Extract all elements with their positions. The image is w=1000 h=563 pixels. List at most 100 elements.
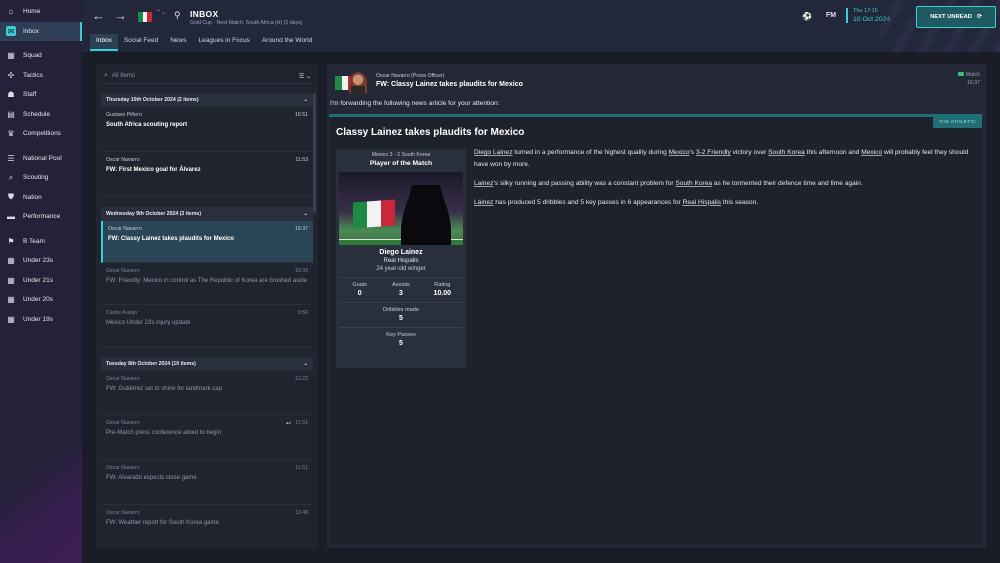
message-subject: Mexico Under 23s injury update xyxy=(106,320,191,326)
list-item[interactable]: Oscar Navarro 11:53 FW: First Mexico goal … xyxy=(101,152,313,197)
team-switch-chevrons-icon[interactable]: ⌃⌄ xyxy=(156,10,166,16)
next-unread-button[interactable]: NEXT UNREAD ⟳ xyxy=(916,6,996,28)
nation-link[interactable]: Mexico xyxy=(669,149,690,156)
sidebar-item-label: Squad xyxy=(23,52,42,60)
message-sender: Oscar Navarro xyxy=(106,157,140,163)
sidebar-item-label: Nation xyxy=(23,193,42,201)
sidebar-item-competitions[interactable]: ♛ Competitions xyxy=(0,124,82,144)
text: turned in a performance of the highest q… xyxy=(512,149,669,156)
player-name[interactable]: Diego Lainez xyxy=(336,249,466,256)
list-item[interactable]: Oscar Navarro 11:51 FW: Alvarado expects c… xyxy=(101,460,313,505)
forward-button[interactable]: → xyxy=(114,8,127,23)
sidebar-item-nation[interactable]: ⛊ Nation xyxy=(0,188,82,208)
sidebar-item-b-team[interactable]: ⚑ B Team xyxy=(0,232,82,252)
sidebar-item-national-pool[interactable]: ☰ National Pool xyxy=(0,149,82,169)
date-group-header[interactable]: Thursday 10th October 2024 (2 items) ⌄ xyxy=(101,93,313,107)
collapse-chevron-icon[interactable]: ⌄ xyxy=(304,361,308,367)
list-item[interactable]: Gustavo Piñero 16:51 South Africa scouting… xyxy=(101,107,313,152)
sidebar-item-label: Performance xyxy=(23,213,61,221)
player-link[interactable]: Diego Lainez xyxy=(474,149,513,156)
list-item[interactable]: Oscar Navarro 16:37 FW: Classy Lainez take… xyxy=(101,221,313,263)
text: has produced 5 dribbles and 5 key passes… xyxy=(493,198,683,206)
nation-link[interactable]: Mexico xyxy=(861,149,882,156)
tab-news[interactable]: News xyxy=(164,34,192,51)
fm-menu-button[interactable]: FM xyxy=(826,12,836,19)
message-sender: Oscar Navarro xyxy=(106,465,140,471)
message-subject: FW: Gutiérrez set to shine for landmark … xyxy=(106,386,222,392)
sidebar-item-tactics[interactable]: ✣ Tactics xyxy=(0,66,82,86)
player-club[interactable]: Real Hispalis xyxy=(336,258,466,264)
next-match-subtitle: Gold Cup - Next Match: South Africa (H) … xyxy=(190,20,303,26)
avatar xyxy=(335,72,369,94)
trophy-icon: ♛ xyxy=(7,129,15,139)
tab-around-the-world[interactable]: Around the World xyxy=(256,34,318,51)
search-input[interactable]: All Items xyxy=(112,73,135,79)
list-item[interactable]: Oscar Navarro 11:51 ↩ Pre-Match press confe… xyxy=(101,415,313,460)
ball-icon[interactable]: ⚽ xyxy=(802,12,812,21)
message-list-panel: ⌕ All Items ☰ ⌄ Thursday 10th October 20… xyxy=(96,64,318,548)
message-header: Oscar Navarro (Press Officer) FW: Classy… xyxy=(335,70,980,96)
mexico-flag-icon[interactable] xyxy=(138,12,153,22)
message-subject: FW: Classy Lainez takes plaudits for Mex… xyxy=(376,81,523,88)
group-title: Wednesday 9th October 2024 (3 items) xyxy=(106,211,202,217)
match-link[interactable]: 3-2 Friendly xyxy=(696,149,731,156)
nation-link[interactable]: South Korea xyxy=(675,180,712,187)
collapse-chevron-icon[interactable]: ⌄ xyxy=(304,97,308,103)
text: 's silky running and passing ability was… xyxy=(493,179,676,187)
next-unread-label: NEXT UNREAD xyxy=(930,14,972,20)
tab-social-feed[interactable]: Social Feed xyxy=(118,34,164,51)
list-item[interactable]: Carlos Araujo 9:50 Mexico Under 23s injury… xyxy=(101,305,313,347)
player-link[interactable]: Lainez xyxy=(474,180,493,187)
player-silhouette-icon xyxy=(401,185,451,245)
sidebar-item-under-21s[interactable]: ▦ Under 21s xyxy=(0,271,82,291)
message-time: 16:51 xyxy=(295,112,308,118)
back-button[interactable]: ← xyxy=(92,8,105,23)
stat-goals: Goals 0 xyxy=(339,282,380,297)
sidebar-item-under-19s[interactable]: ▦ Under 19s xyxy=(0,310,82,330)
message-subject: FW: Classy Lainez takes plaudits for Mex… xyxy=(108,236,234,242)
player-of-match-card[interactable]: Mexico 3 - 2 South Korea Player of the M… xyxy=(336,149,466,368)
match-score[interactable]: Mexico 3 - 2 South Korea xyxy=(336,152,466,158)
list-item[interactable]: Oscar Navarro 11:48 FW: Weather report for… xyxy=(101,505,313,545)
list-item[interactable]: Oscar Navarro 12:23 FW: Gutiérrez set to s… xyxy=(101,371,313,415)
sidebar-item-label: Scouting xyxy=(23,174,49,182)
message-sender: Gustavo Piñero xyxy=(106,112,142,118)
sort-menu-button[interactable]: ☰ ⌄ xyxy=(299,73,311,80)
sidebar-item-staff[interactable]: ☗ Staff xyxy=(0,85,82,105)
message-time: 11:53 xyxy=(295,157,308,163)
date-group-header[interactable]: Wednesday 9th October 2024 (3 items) ⌄ xyxy=(101,207,313,221)
nation-link[interactable]: South Korea xyxy=(768,149,805,156)
stat-value: 10.00 xyxy=(433,290,452,297)
sidebar-item-label: Inbox xyxy=(23,27,39,35)
tactics-icon: ✣ xyxy=(7,70,15,80)
sidebar-item-schedule[interactable]: ▤ Schedule xyxy=(0,105,82,125)
sidebar-item-performance[interactable]: ▬ Performance xyxy=(0,207,82,227)
message-subject: FW: First Mexico goal for Álvarez xyxy=(106,167,201,173)
club-link[interactable]: Real Hispalis xyxy=(683,199,721,206)
player-description: 24 year-old winger xyxy=(376,266,426,272)
search-icon[interactable]: ⚲ xyxy=(174,10,181,21)
sidebar-item-inbox[interactable]: ✉ Inbox xyxy=(0,21,82,41)
sidebar-item-under-23s[interactable]: ▦ Under 23s xyxy=(0,251,82,271)
sidebar-item-home[interactable]: ⌂ Home xyxy=(0,2,82,22)
stat-label: Goals xyxy=(352,282,367,288)
stat-rating: Rating 10.00 xyxy=(422,282,463,297)
sidebar-item-squad[interactable]: ▦ Squad xyxy=(0,46,82,66)
sidebar-nav: ⌂ Home ✉ Inbox ▦ Squad ✣ Tactics ☗ Staff ▤ Schedule… xyxy=(0,0,82,329)
group-title: Tuesday 8th October 2024 (10 items) xyxy=(106,361,196,367)
sidebar-item-label: Home xyxy=(23,8,41,16)
list-item[interactable]: Oscar Navarro 16:33 FW: Friendly: Mexico i… xyxy=(101,263,313,305)
sidebar-item-scouting[interactable]: ⌕ Scouting xyxy=(0,168,82,188)
sidebar-item-under-20s[interactable]: ▦ Under 20s xyxy=(0,290,82,310)
player-link[interactable]: Lainez xyxy=(474,199,493,206)
app-window: ⌂ Home ✉ Inbox ▦ Squad ✣ Tactics ☗ Staff ▤ Schedule… xyxy=(0,0,1000,563)
message-subject: FW: Friendly: Mexico in control as The R… xyxy=(106,278,308,284)
message-sender[interactable]: Oscar Navarro (Press Officer) xyxy=(376,73,445,79)
pool-icon: ☰ xyxy=(7,153,15,163)
date-group-header[interactable]: Tuesday 8th October 2024 (10 items) ⌄ xyxy=(101,357,313,371)
collapse-chevron-icon[interactable]: ⌄ xyxy=(304,211,308,217)
list-scrollbar[interactable] xyxy=(313,93,316,213)
tab-inbox[interactable]: Inbox xyxy=(90,34,118,51)
tab-leagues-in-focus[interactable]: Leagues in Focus xyxy=(193,34,256,51)
message-time: 12:23 xyxy=(295,376,308,382)
